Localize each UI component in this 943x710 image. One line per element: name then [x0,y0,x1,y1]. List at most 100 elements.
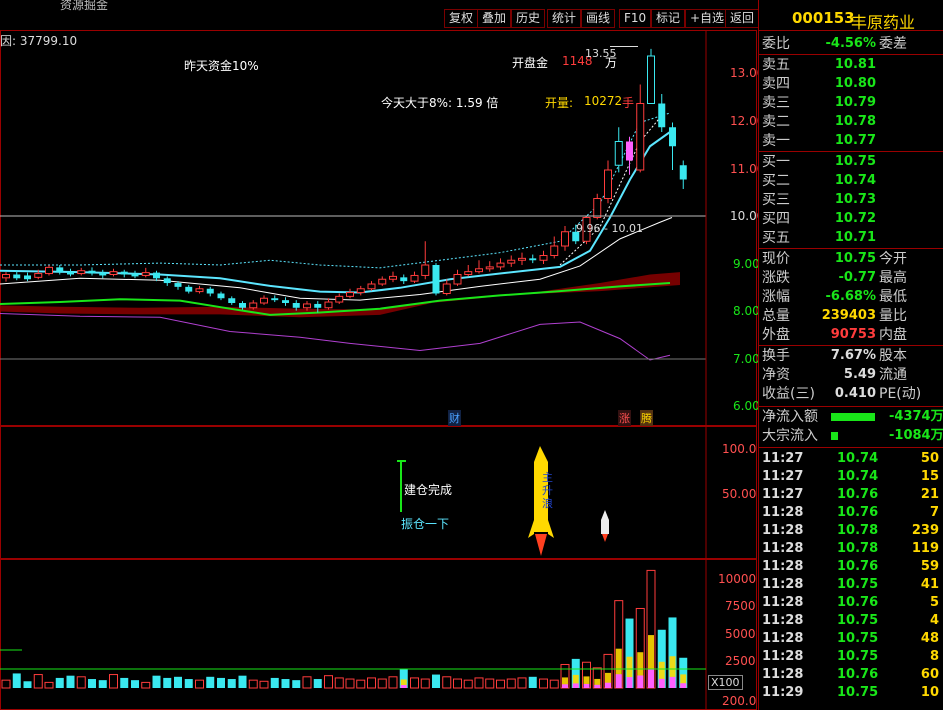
volume-fund-bar-sub [669,676,676,688]
candle-body [282,300,289,303]
stat-label-2: 今开 [879,251,907,267]
candle-body [507,259,516,264]
annotation-yesterday: 昨天资金10% [184,59,259,73]
candle-body [367,283,376,290]
annotation-open-vol-label: 开量: [545,96,574,110]
candle-body [356,288,365,294]
stat-label: 外盘 [762,327,790,343]
volume-fund-bar-sub [658,678,665,688]
event-finance-marker[interactable]: 财 [448,410,461,426]
order-book-sell-row[interactable]: 卖四 10.80 [759,75,943,93]
candle-body [550,245,559,256]
volume-bar [539,678,548,689]
candle-body [658,103,666,128]
annotation-open-vol-value: 10272 [584,94,623,108]
order-book-buy-row[interactable]: 买二 10.74 [759,172,943,190]
event-teng-marker[interactable]: 腾 [640,410,653,426]
stat-row: 总量 239403 量比 [759,307,943,325]
candle-body [131,273,139,277]
stat-label-2: 最低 [879,289,907,305]
ind-tick-100: 100.0 [722,442,757,456]
tick-time: 11:28 [762,613,804,628]
volume-bar [152,675,161,688]
quote-panel: 000153 丰原药业 委比 -4.56% 委差 卖五 10.81 卖四 10.80 卖… [758,0,943,710]
candle-body [485,266,494,270]
volume-bar [302,676,312,689]
quote-header: 000153 丰原药业 [759,5,943,32]
tick-price: 10.75 [837,613,879,628]
candle-body [647,55,655,104]
stat-label: 现价 [762,251,790,267]
weibi-label: 委比 [762,36,790,52]
candle-body [314,303,322,308]
divider [759,248,943,249]
divider [759,54,943,55]
buy-level-label: 买三 [762,192,790,208]
order-book-sell-row[interactable]: 卖二 10.78 [759,113,943,131]
tick-row: 11:28 10.76 5 [759,594,943,612]
stat-row: 换手 7.67% 股本 [759,347,943,365]
volume-bar [432,674,440,688]
candle-body [206,288,214,294]
volume-bar [88,679,96,688]
sell-level-label: 卖五 [762,57,790,73]
tick-price: 10.78 [837,523,879,538]
tick-row: 11:29 10.75 10 [759,684,943,702]
annotation-open-vol-unit: 手 [622,96,635,110]
weibi-value: -4.56% [825,36,877,51]
small-rocket-body [601,510,609,534]
tick-time: 11:28 [762,577,804,592]
tick-time: 11:28 [762,631,804,646]
tick-row: 11:28 10.75 8 [759,648,943,666]
candle-body [529,258,537,261]
tick-price: 10.76 [837,505,879,520]
order-book-buy-row[interactable]: 买一 10.75 [759,153,943,171]
tick-time: 11:27 [762,451,804,466]
volume-fund-bar-sub [572,683,579,688]
y-tick-9: 9.00 [733,257,760,271]
stock-code: 000153 [792,9,855,27]
order-book-sell-row[interactable]: 卖一 10.77 [759,132,943,150]
tick-volume: 48 [920,631,939,646]
vol-tick-bottom: 200.0 [722,694,757,708]
tick-price: 10.75 [837,631,879,646]
volume-bar [195,679,204,689]
candle-body [518,257,526,261]
stat-label: 收益(三) [762,386,815,402]
order-book-buy-row[interactable]: 买四 10.72 [759,210,943,228]
tick-volume: 5 [929,595,939,610]
order-book-sell-row[interactable]: 卖三 10.79 [759,94,943,112]
candle-body [593,198,602,218]
volume-bar [420,678,430,689]
weibi-row: 委比 -4.56% 委差 [759,35,943,53]
order-book-buy-row[interactable]: 买五 10.71 [759,229,943,247]
range-label: 9.96 - 10.01 [576,222,643,235]
volume-bar [345,678,355,689]
candle-body [239,303,246,308]
buy-level-label: 买五 [762,230,790,246]
candle-body [442,283,451,294]
order-book-buy-row[interactable]: 买三 10.73 [759,191,943,209]
candle-body [400,277,408,282]
tick-volume: 50 [920,451,939,466]
stat-row: 涨幅 -6.68% 最低 [759,288,943,306]
candle-body [475,268,483,273]
volume-bar [217,677,225,688]
volume-fund-bar-sub [615,674,622,688]
tick-row: 11:28 10.75 41 [759,576,943,594]
event-limit-up-marker[interactable]: 涨 [618,410,631,426]
stat-label: 涨幅 [762,289,790,305]
buy-price: 10.73 [834,192,876,207]
tick-price: 10.74 [837,451,879,466]
tick-volume: 15 [920,469,939,484]
volume-bar [259,680,269,689]
stat-value: 5.49 [843,367,876,382]
volume-bar [388,676,398,689]
tick-volume: 119 [911,541,939,556]
stat-value: -0.77 [838,270,876,285]
candle-body [249,302,258,309]
order-book-sell-row[interactable]: 卖五 10.81 [759,56,943,74]
tick-row: 11:28 10.75 48 [759,630,943,648]
volume-bar [463,679,473,689]
money-flow-bar [831,413,875,421]
